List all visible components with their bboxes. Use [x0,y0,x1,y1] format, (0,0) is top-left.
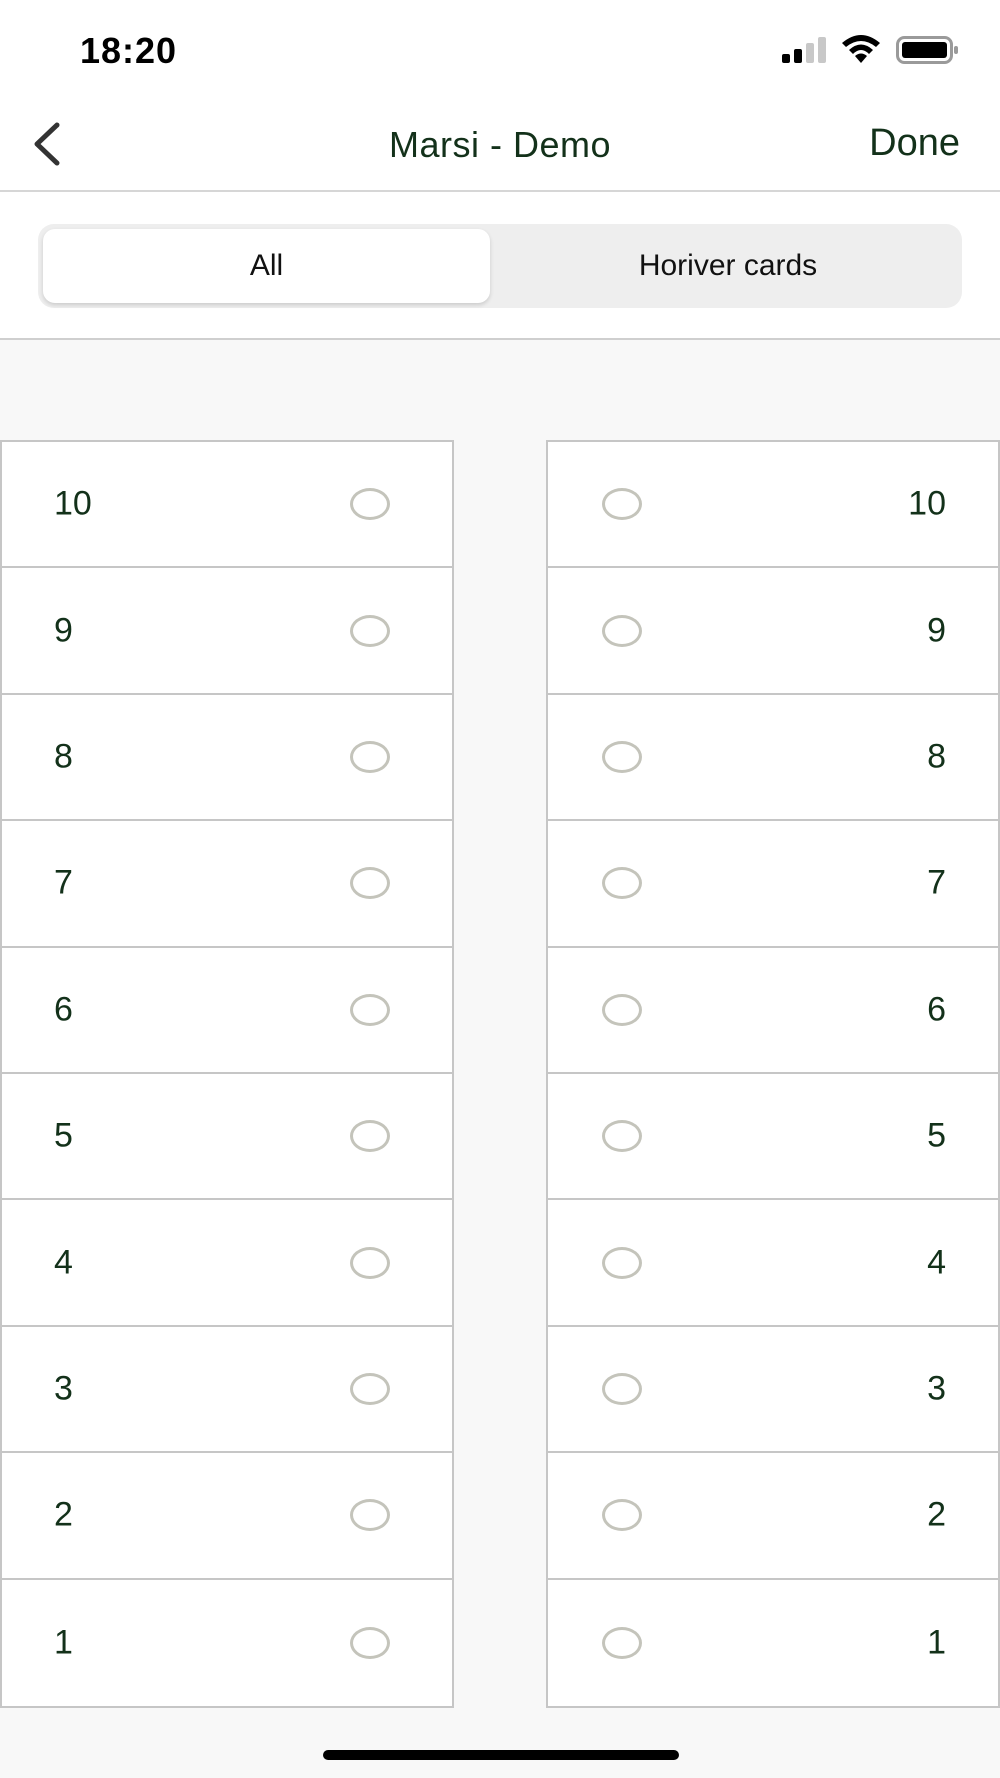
row-label: 2 [927,1495,946,1534]
list-item[interactable]: 6 [548,948,998,1074]
list-item[interactable]: 2 [2,1453,452,1580]
right-column: 10 9 8 7 6 5 4 3 2 1 [546,440,1000,1708]
screen: 18:20 Marsi - Demo Done All Horiver card… [0,0,1000,1778]
list-item[interactable]: 4 [2,1200,452,1327]
list-item[interactable]: 5 [2,1074,452,1201]
segment-horiver-cards[interactable]: Horiver cards [498,229,958,303]
list-item[interactable]: 10 [548,442,998,569]
radio-button[interactable] [350,1499,390,1532]
row-label: 4 [927,1243,946,1282]
list-item[interactable]: 4 [548,1200,998,1327]
row-label: 10 [908,484,946,523]
radio-button[interactable] [602,1626,642,1659]
radio-button[interactable] [602,993,642,1026]
row-label: 3 [54,1369,73,1408]
radio-button[interactable] [350,1372,390,1405]
list-item[interactable]: 8 [2,695,452,822]
home-indicator[interactable] [323,1750,679,1760]
radio-button[interactable] [350,614,390,647]
row-label: 2 [54,1495,73,1534]
row-label: 1 [54,1623,73,1662]
signal-icon [782,36,826,68]
list-item[interactable]: 1 [2,1580,452,1706]
list-item[interactable]: 2 [548,1453,998,1580]
radio-button[interactable] [602,1499,642,1532]
radio-button[interactable] [350,488,390,521]
radio-button[interactable] [350,1246,390,1279]
radio-button[interactable] [602,1246,642,1279]
row-label: 3 [927,1369,946,1408]
list-item[interactable]: 7 [548,821,998,948]
radio-button[interactable] [602,488,642,521]
done-button[interactable]: Done [869,122,960,165]
list-item[interactable]: 9 [2,568,452,695]
status-icons [782,34,960,70]
radio-button[interactable] [602,740,642,773]
segmented-control: All Horiver cards [38,224,962,308]
row-label: 9 [927,611,946,650]
radio-button[interactable] [602,614,642,647]
list-item[interactable]: 3 [2,1327,452,1454]
radio-button[interactable] [350,1626,390,1659]
radio-button[interactable] [602,867,642,900]
list-item[interactable]: 7 [2,821,452,948]
list-item[interactable]: 9 [548,568,998,695]
segment-all[interactable]: All [43,229,490,303]
page-title: Marsi - Demo [388,124,612,165]
status-time: 18:20 [80,30,178,71]
radio-button[interactable] [350,993,390,1026]
status-bar: 18:20 [0,0,1000,100]
row-label: 6 [54,990,73,1029]
row-label: 7 [927,863,946,902]
radio-button[interactable] [350,867,390,900]
radio-button[interactable] [350,740,390,773]
row-label: 1 [927,1623,946,1662]
row-label: 8 [927,737,946,776]
list-item[interactable]: 1 [548,1580,998,1706]
row-label: 4 [54,1243,73,1282]
row-label: 5 [927,1116,946,1155]
segment-area: All Horiver cards [0,192,1000,340]
row-label: 9 [54,611,73,650]
list-item[interactable]: 8 [548,695,998,822]
wifi-icon [840,34,882,70]
row-label: 5 [54,1116,73,1155]
radio-button[interactable] [350,1120,390,1153]
list-item[interactable]: 6 [2,948,452,1074]
row-label: 7 [54,863,73,902]
row-label: 8 [54,737,73,776]
battery-icon [896,35,960,69]
content-area: 10 9 8 7 6 5 4 3 2 1 10 9 8 7 6 5 4 3 2 … [0,340,1000,1778]
radio-button[interactable] [602,1120,642,1153]
list-item[interactable]: 5 [548,1074,998,1201]
radio-button[interactable] [602,1372,642,1405]
row-label: 6 [927,990,946,1029]
left-column: 10 9 8 7 6 5 4 3 2 1 [0,440,454,1708]
list-item[interactable]: 3 [548,1327,998,1454]
row-label: 10 [54,484,92,523]
list-item[interactable]: 10 [2,442,452,569]
nav-bar: Marsi - Demo Done [0,100,1000,192]
